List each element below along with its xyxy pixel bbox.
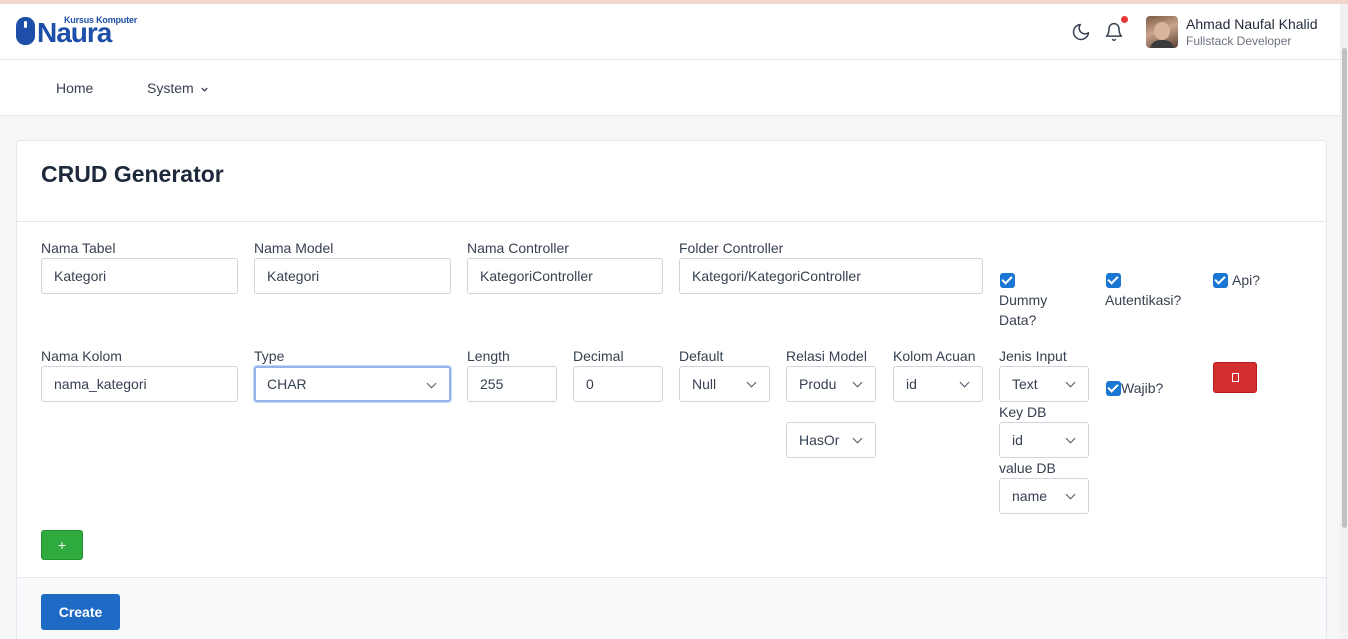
wajib-label: Wajib?	[1121, 380, 1164, 396]
nama-model-input[interactable]: Kategori	[254, 258, 451, 294]
user-role: Fullstack Developer	[1186, 34, 1292, 48]
bell-icon[interactable]	[1104, 22, 1124, 42]
length-input[interactable]: 255	[467, 366, 557, 402]
autentikasi-checkbox[interactable]	[1106, 273, 1121, 288]
dummy-data-checkbox[interactable]	[1000, 273, 1015, 288]
moon-icon[interactable]	[1071, 22, 1091, 42]
autentikasi-label: Autentikasi?	[1105, 292, 1182, 308]
key-db-label: Key DB	[999, 404, 1047, 420]
relasi-model-value: Produ	[799, 376, 837, 392]
dummy-data-label-1: Dummy	[999, 292, 1048, 308]
folder-controller-label: Folder Controller	[679, 240, 784, 256]
relation-type-value: HasOr	[799, 432, 840, 448]
folder-controller-input[interactable]: Kategori/KategoriController	[679, 258, 983, 294]
nav-system-label: System	[147, 80, 194, 96]
add-column-button[interactable]: +	[41, 530, 83, 560]
relasi-model-select[interactable]: Produ	[786, 366, 876, 402]
divider	[17, 221, 1326, 222]
value-db-value: name	[1012, 488, 1048, 504]
type-select[interactable]: CHAR	[254, 366, 451, 402]
main-navbar: Home System	[0, 60, 1340, 116]
nama-kolom-label: Nama Kolom	[41, 348, 122, 364]
relation-type-select[interactable]: HasOr	[786, 422, 876, 458]
nama-controller-input[interactable]: KategoriController	[467, 258, 663, 294]
page-title: CRUD Generator	[41, 161, 224, 187]
kolom-acuan-value: id	[906, 376, 917, 392]
type-label: Type	[254, 348, 285, 364]
nama-tabel-input[interactable]: Kategori	[41, 258, 238, 294]
jenis-input-label: Jenis Input	[999, 348, 1067, 364]
nav-system[interactable]: System	[147, 80, 209, 96]
create-button[interactable]: Create	[41, 594, 120, 630]
dummy-data-label-2: Data?	[999, 312, 1037, 328]
key-db-value: id	[1012, 432, 1023, 448]
kolom-acuan-select[interactable]: id	[893, 366, 983, 402]
default-select[interactable]: Null	[679, 366, 770, 402]
crud-generator-card: CRUD Generator Nama Tabel Kategori Nama …	[16, 140, 1327, 639]
value-db-label: value DB	[999, 460, 1056, 476]
brand-logo[interactable]: Kursus Komputer Naura	[16, 15, 137, 49]
jenis-input-select[interactable]: Text	[999, 366, 1089, 402]
mouse-icon	[16, 17, 35, 45]
user-name[interactable]: Ahmad Naufal Khalid	[1186, 16, 1318, 32]
type-value: CHAR	[267, 376, 307, 392]
wajib-checkbox[interactable]	[1106, 381, 1121, 396]
chevron-down-icon	[200, 87, 208, 92]
api-label: Api?	[1232, 272, 1261, 288]
app-header: Kursus Komputer Naura Ahmad Naufal Khali…	[0, 4, 1340, 60]
card-footer: Create	[17, 577, 1326, 639]
api-checkbox[interactable]	[1213, 273, 1228, 288]
delete-column-button[interactable]	[1213, 362, 1257, 393]
avatar[interactable]	[1146, 16, 1178, 48]
jenis-input-value: Text	[1012, 376, 1038, 392]
default-value: Null	[692, 376, 717, 392]
default-label: Default	[679, 348, 724, 364]
kolom-acuan-label: Kolom Acuan	[893, 348, 976, 364]
decimal-label: Decimal	[573, 348, 624, 364]
brand-name: Naura	[37, 17, 112, 48]
nama-kolom-input[interactable]: nama_kategori	[41, 366, 238, 402]
scrollbar-thumb[interactable]	[1342, 48, 1347, 528]
notification-dot	[1121, 16, 1128, 23]
length-label: Length	[467, 348, 510, 364]
decimal-input[interactable]: 0	[573, 366, 663, 402]
nama-model-label: Nama Model	[254, 240, 334, 256]
trash-icon	[1232, 373, 1239, 382]
key-db-select[interactable]: id	[999, 422, 1089, 458]
nama-tabel-label: Nama Tabel	[41, 240, 116, 256]
relasi-model-label: Relasi Model	[786, 348, 867, 364]
value-db-select[interactable]: name	[999, 478, 1089, 514]
nav-home[interactable]: Home	[56, 80, 93, 96]
nama-controller-label: Nama Controller	[467, 240, 569, 256]
